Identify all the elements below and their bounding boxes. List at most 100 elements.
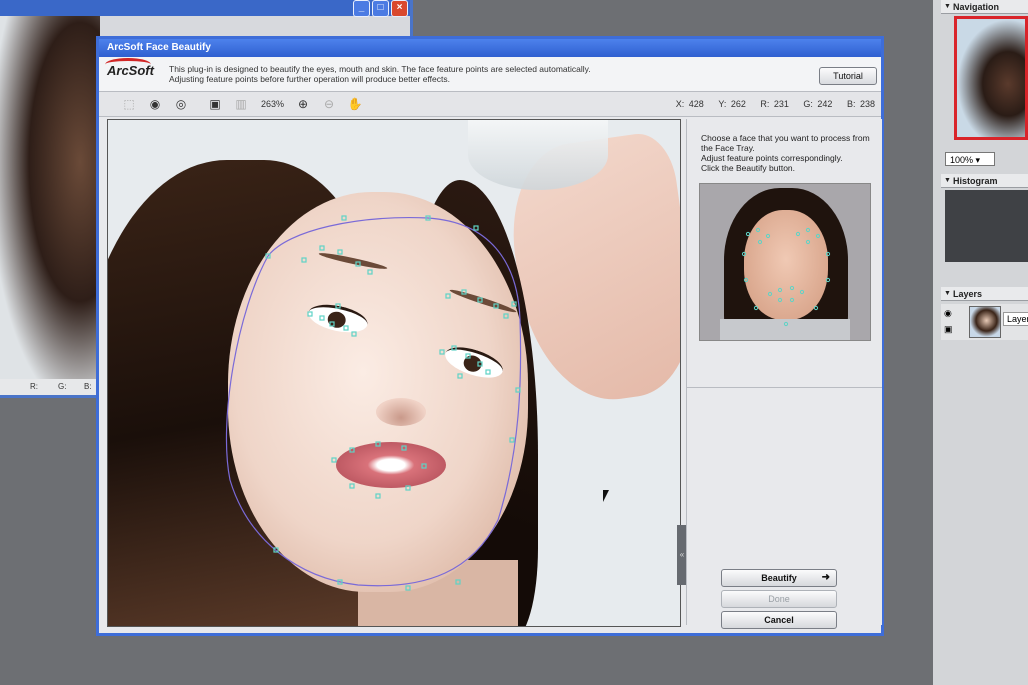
feature-point[interactable] bbox=[515, 387, 521, 393]
feature-point[interactable] bbox=[375, 441, 381, 447]
tray-feature-point bbox=[757, 239, 763, 245]
feature-point[interactable] bbox=[457, 373, 463, 379]
instruction-line-1: Choose a face that you want to process f… bbox=[701, 133, 870, 143]
minimize-button[interactable]: _ bbox=[353, 0, 370, 17]
feature-point[interactable] bbox=[511, 301, 517, 307]
feature-point[interactable] bbox=[477, 297, 483, 303]
feature-point[interactable] bbox=[465, 353, 471, 359]
feature-point[interactable] bbox=[401, 445, 407, 451]
feature-point[interactable] bbox=[493, 303, 499, 309]
zoom-in-icon[interactable]: ⊕ bbox=[295, 96, 311, 112]
face-tray[interactable] bbox=[699, 183, 871, 341]
feature-point[interactable] bbox=[405, 585, 411, 591]
plugin-description: This plug-in is designed to beautify the… bbox=[169, 64, 591, 84]
dialog-title: ArcSoft Face Beautify bbox=[99, 39, 881, 57]
logo-swoosh-icon bbox=[105, 58, 151, 71]
close-button[interactable]: × bbox=[391, 0, 408, 17]
zoom-value: 100% bbox=[950, 155, 974, 165]
tray-feature-point bbox=[745, 231, 751, 237]
feature-point[interactable] bbox=[329, 321, 335, 327]
tray-feature-point bbox=[799, 289, 805, 295]
zoom-select[interactable]: 100% ▾ bbox=[945, 152, 995, 166]
feature-point[interactable] bbox=[473, 225, 479, 231]
tutorial-button[interactable]: Tutorial bbox=[819, 67, 877, 85]
lock-icon[interactable]: ▣ bbox=[944, 324, 953, 335]
tray-feature-point bbox=[753, 305, 759, 311]
tray-feature-point bbox=[777, 287, 783, 293]
feature-point[interactable] bbox=[405, 485, 411, 491]
tray-feature-point bbox=[743, 277, 749, 283]
panel-divider bbox=[687, 387, 882, 388]
feature-point[interactable] bbox=[319, 315, 325, 321]
feature-point[interactable] bbox=[331, 457, 337, 463]
face-beautify-dialog: ArcSoft Face Beautify ArcSoft This plug-… bbox=[96, 36, 884, 636]
readout-x: X: 428 bbox=[675, 99, 704, 109]
collapse-triangle-icon: ▼ bbox=[944, 290, 951, 297]
layers-panel-header[interactable]: ▼ Layers bbox=[941, 287, 1028, 301]
instruction-line-2: the Face Tray. bbox=[701, 143, 755, 153]
navigation-panel-header[interactable]: ▼ Navigation bbox=[941, 0, 1028, 14]
face-outline[interactable] bbox=[225, 217, 522, 587]
dialog-toolbar: ⬚ ◉ ◎ ▣ ▥ 263% ⊕ ⊖ ✋ X: 428 Y: 262 R: 23… bbox=[99, 92, 881, 117]
feature-point[interactable] bbox=[477, 361, 483, 367]
feature-point[interactable] bbox=[439, 349, 445, 355]
feature-points-overlay[interactable] bbox=[108, 120, 680, 626]
feature-point[interactable] bbox=[341, 215, 347, 221]
feature-point[interactable] bbox=[485, 369, 491, 375]
feature-point[interactable] bbox=[307, 311, 313, 317]
histogram-panel-header[interactable]: ▼ Histogram bbox=[941, 174, 1028, 188]
description-line-2: Adjusting feature points before further … bbox=[169, 74, 450, 84]
feature-point[interactable] bbox=[509, 437, 515, 443]
readout-g: G: 242 bbox=[803, 99, 833, 109]
side-panel: Choose a face that you want to process f… bbox=[686, 119, 882, 629]
feature-point[interactable] bbox=[355, 261, 361, 267]
done-button[interactable]: Done bbox=[721, 590, 837, 608]
beautify-button[interactable]: Beautify ➜ bbox=[721, 569, 837, 587]
feature-point[interactable] bbox=[319, 245, 325, 251]
hand-tool-icon[interactable]: ✋ bbox=[347, 96, 363, 112]
status-b: B: bbox=[84, 382, 92, 391]
cancel-button[interactable]: Cancel bbox=[721, 611, 837, 629]
instruction-line-3: Adjust feature points correspondingly. bbox=[701, 153, 843, 163]
status-g: G: bbox=[58, 382, 67, 391]
feature-point[interactable] bbox=[375, 493, 381, 499]
feature-point[interactable] bbox=[367, 269, 373, 275]
eye-icon[interactable]: ◉ bbox=[147, 96, 163, 112]
zoom-out-icon[interactable]: ⊖ bbox=[321, 96, 337, 112]
pixel-readout: X: 428 Y: 262 R: 231 G: 242 B: 238 bbox=[666, 99, 875, 109]
readout-r: R: 231 bbox=[760, 99, 789, 109]
layer-thumbnail[interactable] bbox=[969, 306, 1001, 338]
visibility-eye-icon[interactable]: ◉ bbox=[944, 308, 952, 319]
collapse-triangle-icon: ▼ bbox=[944, 3, 951, 10]
beautify-label: Beautify bbox=[761, 573, 797, 583]
feature-point[interactable] bbox=[421, 463, 427, 469]
histogram-label: Histogram bbox=[953, 176, 998, 186]
feature-point[interactable] bbox=[455, 579, 461, 585]
feature-point[interactable] bbox=[351, 331, 357, 337]
feature-point[interactable] bbox=[461, 289, 467, 295]
feature-point[interactable] bbox=[349, 447, 355, 453]
mouth-icon[interactable]: ◎ bbox=[173, 96, 189, 112]
feature-point[interactable] bbox=[503, 313, 509, 319]
arrow-right-icon: ➜ bbox=[821, 572, 830, 583]
navigation-label: Navigation bbox=[953, 2, 1000, 12]
maximize-button[interactable]: □ bbox=[372, 0, 389, 17]
feature-point[interactable] bbox=[451, 345, 457, 351]
tray-feature-point bbox=[815, 233, 821, 239]
layer-name[interactable]: Layer- bbox=[1003, 312, 1028, 326]
tray-feature-point bbox=[777, 297, 783, 303]
readout-y: Y: 262 bbox=[718, 99, 746, 109]
fit-screen-icon[interactable]: ▣ bbox=[207, 96, 223, 112]
layers-label: Layers bbox=[953, 289, 983, 299]
feature-point[interactable] bbox=[337, 249, 343, 255]
actual-size-icon[interactable]: ▥ bbox=[233, 96, 249, 112]
feature-point[interactable] bbox=[349, 483, 355, 489]
feature-point[interactable] bbox=[445, 293, 451, 299]
face-select-icon[interactable]: ⬚ bbox=[121, 96, 137, 112]
feature-point[interactable] bbox=[343, 325, 349, 331]
navigation-thumbnail[interactable] bbox=[954, 16, 1028, 140]
layer-row[interactable]: ◉ ▣ Layer- bbox=[941, 304, 1028, 340]
feature-point[interactable] bbox=[301, 257, 307, 263]
photo-canvas[interactable] bbox=[107, 119, 681, 627]
feature-point[interactable] bbox=[335, 303, 341, 309]
